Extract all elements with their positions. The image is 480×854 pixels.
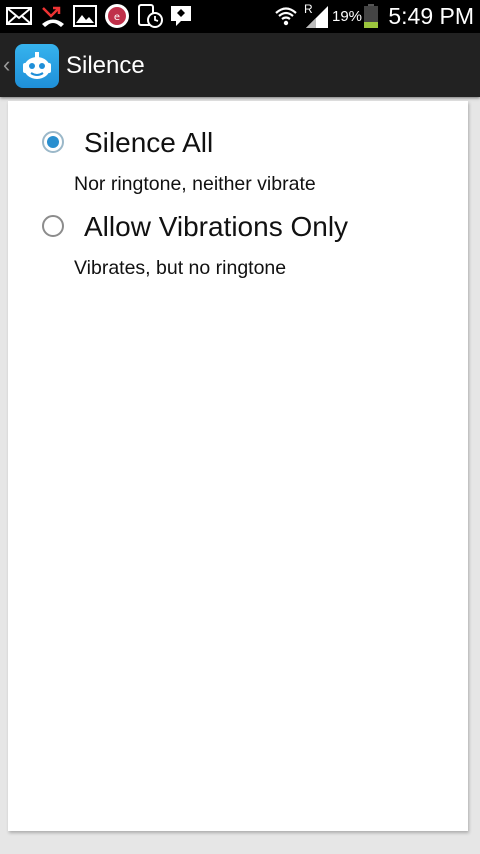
option-label: Silence All: [84, 127, 214, 158]
battery-percent: 19%: [332, 8, 363, 25]
mail-icon: [6, 4, 32, 28]
device-clock-icon: [137, 4, 163, 28]
option-description: Nor ringtone, neither vibrate: [74, 173, 316, 195]
option-silence-all[interactable]: Silence All Nor ringtone, neither vibrat…: [8, 111, 468, 195]
wifi-icon: [274, 4, 298, 28]
battery-icon: [363, 4, 379, 28]
status-bar: e R 19% 5:49 PM: [0, 0, 480, 33]
action-bar: ‹ Silence: [0, 33, 480, 97]
radio-button-unselected[interactable]: [42, 215, 64, 237]
option-label: Allow Vibrations Only: [84, 211, 349, 242]
image-icon: [73, 4, 97, 28]
option-description: Vibrates, but no ringtone: [74, 257, 287, 279]
robot-face-icon[interactable]: [15, 44, 59, 88]
option-allow-vibrations[interactable]: Allow Vibrations Only Vibrates, but no r…: [8, 195, 468, 279]
roaming-indicator: R: [304, 2, 313, 16]
back-chevron-icon[interactable]: ‹: [3, 53, 10, 77]
svg-text:e: e: [114, 12, 120, 23]
options-card: Silence All Nor ringtone, neither vibrat…: [8, 101, 468, 831]
missed-call-icon: [40, 4, 66, 28]
page-title: Silence: [66, 52, 145, 79]
chat-bubble-icon: [169, 4, 193, 28]
notification-app-icon: e: [104, 4, 130, 28]
radio-button-selected[interactable]: [42, 131, 64, 153]
status-time: 5:49 PM: [388, 3, 474, 29]
